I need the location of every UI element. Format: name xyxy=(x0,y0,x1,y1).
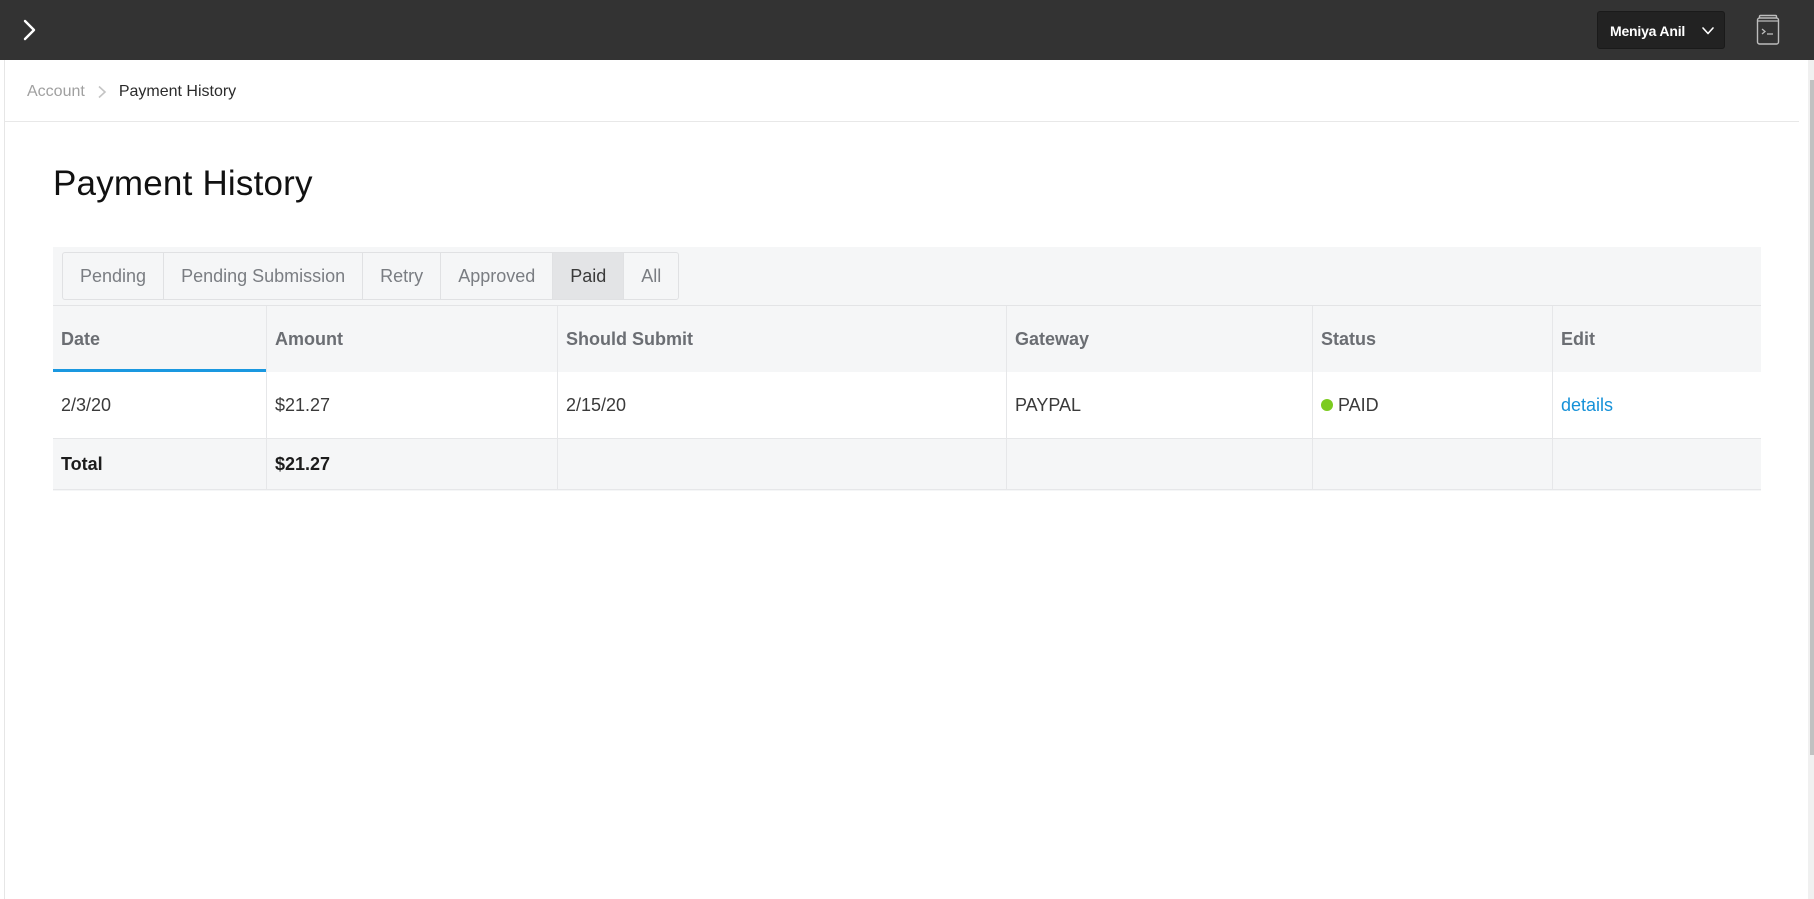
expand-sidebar-button[interactable] xyxy=(16,16,44,44)
tab-paid[interactable]: Paid xyxy=(553,253,625,299)
tab-approved[interactable]: Approved xyxy=(441,253,554,299)
chevron-down-icon xyxy=(1702,27,1714,35)
column-header-amount[interactable]: Amount xyxy=(267,306,558,372)
table-row: 2/3/20 $21.27 2/15/20 PAYPAL PAID detail… xyxy=(53,372,1761,439)
column-header-gateway[interactable]: Gateway xyxy=(1007,306,1313,372)
tab-all[interactable]: All xyxy=(624,253,678,299)
status-label: PAID xyxy=(1338,394,1379,415)
column-header-status[interactable]: Status xyxy=(1313,306,1553,372)
table-header-row: Date Amount Should Submit Gateway Status… xyxy=(53,306,1761,372)
top-bar: Meniya Anil xyxy=(0,0,1814,60)
total-empty-cell xyxy=(1313,439,1553,489)
column-header-should-submit[interactable]: Should Submit xyxy=(558,306,1007,372)
breadcrumb-account-link[interactable]: Account xyxy=(27,83,85,101)
status-dot-icon xyxy=(1321,399,1333,411)
status-filter-tabs: Pending Pending Submission Retry Approve… xyxy=(62,252,680,300)
total-empty-cell xyxy=(1007,439,1313,489)
table-total-row: Total $21.27 xyxy=(53,439,1761,490)
cell-edit: details xyxy=(1553,372,1761,438)
console-button[interactable] xyxy=(1756,14,1780,46)
user-name: Meniya Anil xyxy=(1610,23,1686,39)
cell-amount: $21.27 xyxy=(267,372,558,438)
chevron-right-icon xyxy=(23,19,36,41)
total-empty-cell xyxy=(1553,439,1761,489)
payments-table: Date Amount Should Submit Gateway Status… xyxy=(53,306,1761,490)
breadcrumb: Account Payment History xyxy=(27,82,236,102)
details-link[interactable]: details xyxy=(1561,395,1613,416)
total-label: Total xyxy=(53,439,267,489)
terminal-book-icon xyxy=(1756,14,1780,45)
page-title: Payment History xyxy=(53,164,313,203)
cell-should-submit: 2/15/20 xyxy=(558,372,1007,438)
total-empty-cell xyxy=(558,439,1007,489)
column-header-edit[interactable]: Edit xyxy=(1553,306,1761,372)
user-menu-dropdown[interactable]: Meniya Anil xyxy=(1597,11,1725,49)
cell-status: PAID xyxy=(1313,372,1553,438)
breadcrumb-current: Payment History xyxy=(118,83,237,100)
cell-date: 2/3/20 xyxy=(53,372,267,438)
total-amount: $21.27 xyxy=(267,439,558,489)
cell-gateway: PAYPAL xyxy=(1007,372,1313,438)
breadcrumb-divider xyxy=(5,121,1799,122)
column-header-date[interactable]: Date xyxy=(53,306,267,372)
main-content: Account Payment History Payment History … xyxy=(4,60,1799,899)
tab-pending-submission[interactable]: Pending Submission xyxy=(164,253,364,299)
scrollbar-thumb[interactable] xyxy=(1810,80,1814,755)
payments-panel: Pending Pending Submission Retry Approve… xyxy=(53,247,1761,491)
tab-retry[interactable]: Retry xyxy=(363,253,442,299)
chevron-right-icon xyxy=(98,85,106,99)
tab-pending[interactable]: Pending xyxy=(63,253,165,299)
